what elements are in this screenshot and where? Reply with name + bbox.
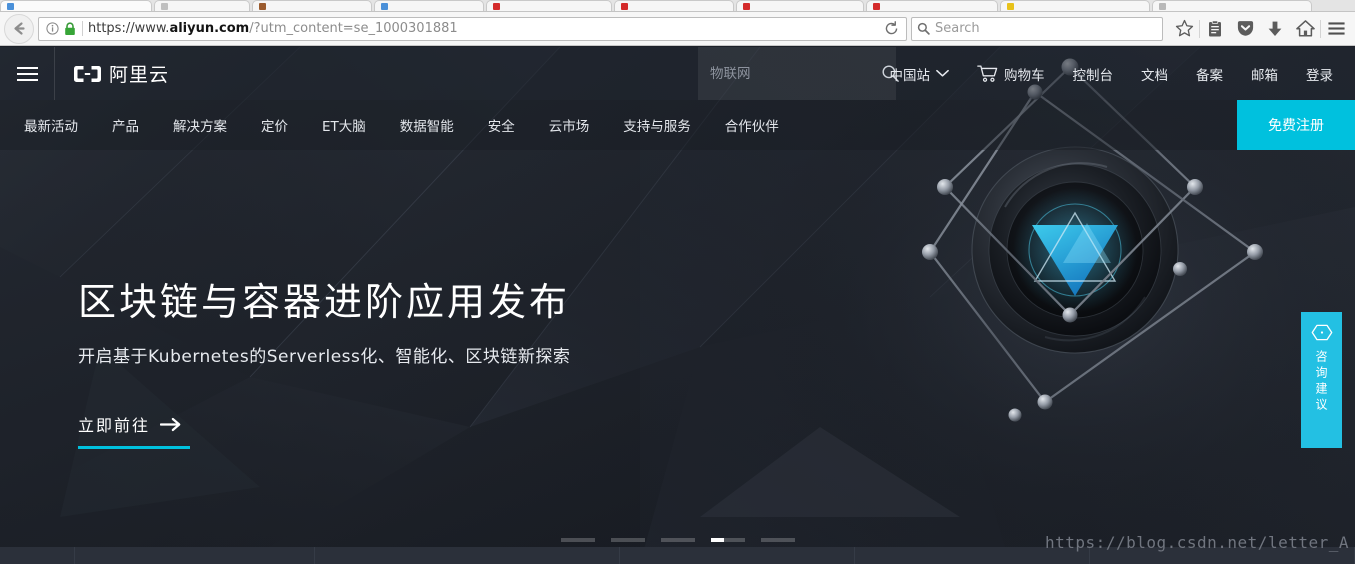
nav-item-security[interactable]: 安全 — [471, 100, 532, 150]
carousel-dot[interactable] — [660, 538, 695, 542]
browser-tab[interactable] — [252, 0, 372, 11]
header-link-icp-filing-label: 备案 — [1196, 67, 1223, 84]
hero-title: 区块链与容器进阶应用发布 — [78, 280, 571, 324]
tab-favicon — [493, 2, 500, 10]
region-selector-label: 中国站 — [889, 67, 931, 84]
hero-subtitle: 开启基于Kubernetes的Serverless化、智能化、区块链新探索 — [78, 347, 571, 367]
nav-item-cloud-market[interactable]: 云市场 — [532, 100, 607, 150]
header-link-mailbox[interactable]: 邮箱 — [1237, 47, 1292, 100]
nav-item-et-brain[interactable]: ET大脑 — [305, 100, 383, 150]
header-link-console[interactable]: 控制台 — [1059, 47, 1128, 100]
webpage-viewport: 阿里云 中国站 — [0, 47, 1355, 564]
aliyun-logo-text: 阿里云 — [109, 64, 170, 86]
urlbar-divider — [82, 21, 83, 36]
nav-item-pricing[interactable]: 定价 — [244, 100, 305, 150]
carousel-dot[interactable] — [710, 538, 745, 542]
carousel-dot[interactable] — [560, 538, 595, 542]
search-placeholder-text: Search — [935, 21, 980, 36]
site-header: 阿里云 中国站 — [0, 47, 1355, 100]
info-circle-icon[interactable] — [43, 22, 61, 35]
header-link-console-label: 控制台 — [1072, 67, 1114, 84]
magnifier-icon — [917, 22, 930, 35]
header-link-login-label: 登录 — [1306, 67, 1333, 84]
site-menu-hamburger-icon[interactable] — [0, 47, 55, 100]
nav-item-latest-activity[interactable]: 最新活动 — [0, 100, 95, 150]
browser-tab[interactable] — [866, 0, 998, 11]
tab-favicon — [7, 2, 14, 10]
browser-tab[interactable] — [736, 0, 864, 11]
chevron-down-icon — [936, 69, 949, 78]
aliyun-bracket-logo-icon — [73, 65, 102, 83]
carousel-dot[interactable] — [760, 538, 795, 542]
hero-cta-button[interactable]: 立即前往 — [78, 412, 190, 449]
feature-card-top-edge[interactable] — [0, 547, 75, 564]
bookmark-star-icon[interactable] — [1169, 14, 1199, 44]
menu-hamburger-icon[interactable] — [1321, 14, 1351, 44]
browser-tab[interactable] — [614, 0, 734, 11]
feature-card-top-edge[interactable] — [75, 547, 315, 564]
tab-favicon — [1159, 2, 1166, 10]
site-search-box[interactable] — [698, 47, 899, 100]
tab-favicon — [259, 2, 266, 10]
tab-favicon — [1007, 2, 1014, 10]
reading-list-icon[interactable] — [1200, 14, 1230, 44]
url-text: https://www.aliyun.com/?utm_content=se_1… — [88, 21, 458, 36]
nav-item-support-service[interactable]: 支持与服务 — [606, 100, 708, 150]
back-arrow-icon — [13, 22, 25, 35]
header-link-docs-label: 文档 — [1141, 67, 1168, 84]
back-button[interactable] — [4, 13, 34, 44]
shopping-cart-icon — [977, 64, 998, 83]
site-search-input[interactable] — [710, 65, 881, 82]
nav-item-data-intelligence[interactable]: 数据智能 — [383, 100, 471, 150]
site-header-links: 中国站 购物车 控制台 文档 备案 邮箱 登录 — [876, 47, 1348, 100]
browser-search-box[interactable]: Search — [911, 16, 1163, 41]
feature-card-top-edge[interactable] — [620, 547, 855, 564]
header-link-docs[interactable]: 文档 — [1127, 47, 1182, 100]
browser-tab-strip — [0, 0, 1355, 12]
tab-favicon — [381, 2, 388, 10]
browser-navigation-toolbar: https://www.aliyun.com/?utm_content=se_1… — [0, 12, 1355, 46]
hero-banner: 区块链与容器进阶应用发布 开启基于Kubernetes的Serverless化、… — [0, 150, 1355, 548]
consult-widget-label: 咨询建议 — [1314, 350, 1328, 414]
header-link-cart[interactable]: 购物车 — [963, 47, 1059, 100]
chat-hexagon-icon — [1311, 324, 1333, 341]
browser-tab[interactable] — [374, 0, 484, 11]
address-bar[interactable]: https://www.aliyun.com/?utm_content=se_1… — [38, 16, 907, 41]
nav-item-partners[interactable]: 合作伙伴 — [708, 100, 796, 150]
reload-button[interactable] — [880, 21, 902, 36]
carousel-dot[interactable] — [610, 538, 645, 542]
pocket-shield-icon[interactable] — [1230, 14, 1260, 44]
header-link-icp-filing[interactable]: 备案 — [1182, 47, 1237, 100]
feature-card-top-edge[interactable] — [315, 547, 620, 564]
header-link-mailbox-label: 邮箱 — [1251, 67, 1278, 84]
watermark-text: https://blog.csdn.net/letter_A — [1045, 533, 1349, 552]
header-link-cart-label: 购物车 — [1004, 67, 1045, 84]
nav-item-solutions[interactable]: 解决方案 — [156, 100, 244, 150]
home-icon[interactable] — [1290, 14, 1320, 44]
aliyun-logo[interactable]: 阿里云 — [73, 60, 169, 87]
browser-tab[interactable] — [1152, 0, 1312, 11]
consult-suggestion-widget[interactable]: 咨询建议 — [1301, 312, 1342, 448]
tab-favicon — [621, 2, 628, 10]
browser-tab[interactable] — [0, 0, 152, 11]
browser-tab[interactable] — [1000, 0, 1150, 11]
tab-favicon — [873, 2, 880, 10]
site-primary-nav: 最新活动 产品 解决方案 定价 ET大脑 数据智能 安全 云市场 支持与服务 合… — [0, 100, 1355, 150]
nav-item-products[interactable]: 产品 — [95, 100, 156, 150]
header-link-login[interactable]: 登录 — [1292, 47, 1347, 100]
free-register-button[interactable]: 免费注册 — [1237, 100, 1355, 150]
padlock-icon[interactable] — [61, 21, 79, 36]
region-selector[interactable]: 中国站 — [876, 47, 964, 100]
browser-tab[interactable] — [154, 0, 250, 11]
downloads-arrow-icon[interactable] — [1260, 14, 1290, 44]
tab-favicon — [161, 2, 168, 10]
tab-favicon — [743, 2, 750, 10]
browser-tab[interactable] — [486, 0, 612, 11]
arrow-right-icon — [160, 417, 182, 432]
hero-cta-label: 立即前往 — [78, 416, 151, 435]
